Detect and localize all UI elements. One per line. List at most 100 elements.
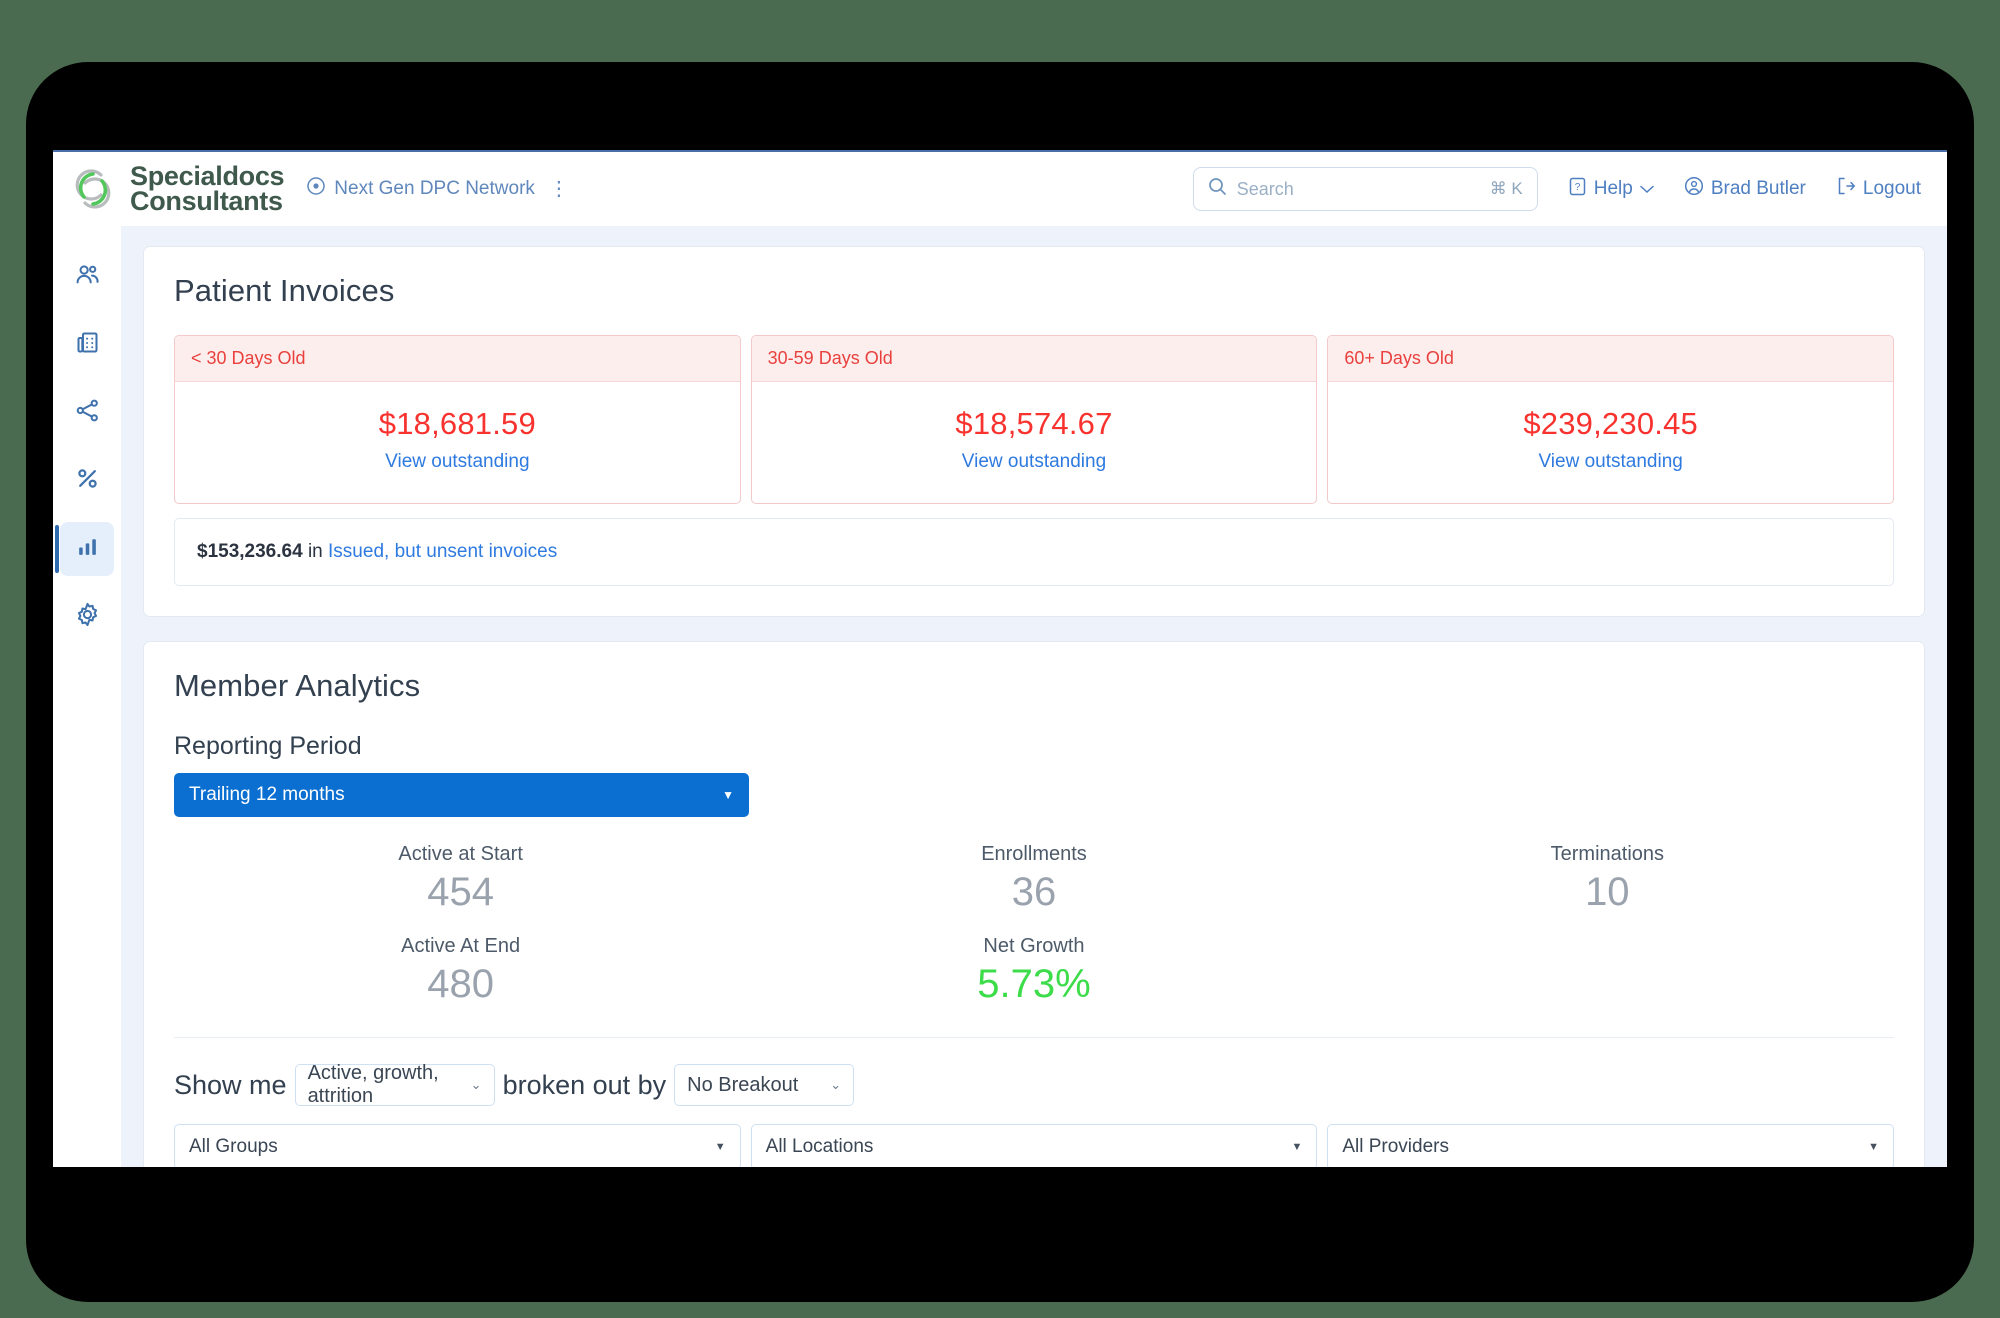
- app-header: Specialdocs Consultants Next Gen DPC Net…: [53, 150, 1947, 226]
- analytics-stats: Active at Start 454 Enrollments 36 Termi…: [174, 843, 1894, 1007]
- invoice-amount: $239,230.45: [1523, 406, 1698, 441]
- sidebar-item-members[interactable]: [60, 250, 114, 304]
- showme-joiner-label: broken out by: [502, 1069, 667, 1100]
- share-network-icon: [74, 397, 101, 429]
- view-outstanding-link[interactable]: View outstanding: [1338, 451, 1883, 473]
- sidebar-item-rates[interactable]: [60, 454, 114, 508]
- invoice-bucket-label: < 30 Days Old: [175, 336, 740, 382]
- stat-label: Net Growth: [983, 935, 1085, 957]
- search-box[interactable]: ⌘ K: [1192, 167, 1538, 211]
- invoice-bucket-label: 60+ Days Old: [1328, 336, 1893, 382]
- issued-unsent-banner: $153,236.64 in Issued, but unsent invoic…: [174, 518, 1894, 586]
- sidebar-nav: [53, 226, 121, 1167]
- help-label: Help: [1593, 178, 1633, 199]
- bar-chart-icon: [75, 534, 100, 564]
- chevron-down-icon: ▼: [1291, 1141, 1303, 1153]
- invoice-amount: $18,681.59: [378, 406, 536, 441]
- providers-filter-value: All Providers: [1342, 1136, 1449, 1157]
- issued-amount: $153,236.64: [197, 541, 303, 562]
- page-title: Patient Invoices: [174, 273, 395, 308]
- stat-net-growth: Net Growth 5.73%: [747, 935, 1320, 1007]
- header-actions: ⌘ K ? Help: [1192, 167, 1947, 211]
- search-icon: [1208, 177, 1227, 201]
- showme-prefix-label: Show me: [174, 1069, 287, 1100]
- breakout-select[interactable]: No Breakout ⌄: [674, 1064, 855, 1106]
- issued-unsent-link[interactable]: Issued, but unsent invoices: [328, 541, 557, 562]
- sidebar-item-network[interactable]: [60, 386, 114, 440]
- invoice-tile-body: $18,574.67 View outstanding: [752, 382, 1317, 503]
- chevron-down-icon: ▼: [1868, 1141, 1879, 1153]
- invoice-tile: 60+ Days Old $239,230.45 View outstandin…: [1327, 335, 1894, 504]
- svg-text:?: ?: [1574, 182, 1580, 193]
- stat-enrollments: Enrollments 36: [747, 843, 1320, 915]
- stat-value: 454: [427, 870, 495, 914]
- logout-button[interactable]: Logout: [1836, 176, 1921, 202]
- providers-filter[interactable]: All Providers ▼: [1327, 1124, 1894, 1167]
- stat-value: 5.73%: [977, 962, 1091, 1006]
- invoice-tile-body: $18,681.59 View outstanding: [175, 382, 740, 503]
- brand-logo[interactable]: Specialdocs Consultants: [67, 162, 285, 216]
- org-name: Next Gen DPC Network: [334, 178, 535, 199]
- chevron-down-icon: ⌄: [830, 1077, 842, 1092]
- user-menu[interactable]: Brad Butler: [1684, 176, 1806, 202]
- gear-icon: [74, 601, 101, 633]
- main-content: Patient Invoices < 30 Days Old $18,681.5…: [121, 226, 1947, 1167]
- chevron-down-icon: ⌄: [470, 1077, 482, 1092]
- members-icon: [74, 261, 101, 293]
- invoice-tile: < 30 Days Old $18,681.59 View outstandin…: [174, 335, 741, 504]
- invoice-bucket-label: 30-59 Days Old: [751, 336, 1317, 382]
- stat-label: Enrollments: [981, 843, 1087, 865]
- invoice-tiles: < 30 Days Old $18,681.59 View outstandin…: [174, 335, 1894, 504]
- chevron-down-icon: [1640, 178, 1654, 200]
- building-icon: [74, 329, 101, 361]
- metric-select-value: Active, growth, attrition: [307, 1062, 439, 1107]
- stat-active-at-end: Active At End 480: [174, 935, 747, 1007]
- view-outstanding-link[interactable]: View outstanding: [762, 451, 1307, 473]
- stat-active-at-start: Active at Start 454: [174, 843, 747, 915]
- groups-filter-value: All Groups: [189, 1136, 278, 1157]
- issued-joiner: in: [307, 541, 323, 562]
- sidebar-item-analytics[interactable]: [55, 522, 114, 576]
- showme-controls: Show me Active, growth, attrition ⌄ brok…: [174, 1062, 1894, 1107]
- specialdocs-logo-icon: [67, 163, 119, 215]
- browser-viewport: Specialdocs Consultants Next Gen DPC Net…: [53, 150, 1947, 1167]
- brand-line-2: Consultants: [130, 186, 283, 216]
- sidebar-item-companies[interactable]: [60, 318, 114, 372]
- brand-name: Specialdocs Consultants: [130, 162, 285, 216]
- app-body: Patient Invoices < 30 Days Old $18,681.5…: [53, 226, 1947, 1167]
- member-analytics-card: Member Analytics Reporting Period Traili…: [143, 641, 1925, 1167]
- org-switcher[interactable]: Next Gen DPC Network ⋮: [306, 176, 569, 202]
- breakout-select-value: No Breakout: [687, 1073, 799, 1096]
- stat-label: Terminations: [1550, 843, 1665, 865]
- analytics-filters: All Groups ▼ All Locations ▼ All Provide…: [174, 1124, 1894, 1167]
- stat-value: 480: [427, 962, 495, 1006]
- percent-icon: [74, 465, 101, 497]
- chevron-down-icon: ▼: [714, 1141, 726, 1153]
- stat-value: 36: [1011, 870, 1057, 914]
- reporting-period-value: Trailing 12 months: [189, 784, 345, 805]
- invoice-tile-body: $239,230.45 View outstanding: [1328, 382, 1893, 503]
- member-analytics-title: Member Analytics: [174, 668, 421, 703]
- reporting-period-label: Reporting Period: [174, 732, 362, 760]
- view-outstanding-link[interactable]: View outstanding: [185, 451, 730, 473]
- groups-filter[interactable]: All Groups ▼: [174, 1124, 741, 1167]
- metric-select[interactable]: Active, growth, attrition ⌄: [294, 1062, 495, 1107]
- help-menu[interactable]: ? Help: [1568, 177, 1654, 202]
- reporting-period-select[interactable]: Trailing 12 months ▼: [174, 773, 749, 817]
- org-more-icon[interactable]: ⋮: [549, 179, 569, 199]
- stat-label: Active At End: [401, 935, 521, 957]
- invoice-tile: 30-59 Days Old $18,574.67 View outstandi…: [750, 335, 1318, 504]
- sidebar-item-settings[interactable]: [60, 590, 114, 644]
- patient-invoices-card: Patient Invoices < 30 Days Old $18,681.5…: [143, 246, 1925, 617]
- logout-icon: [1836, 176, 1856, 202]
- locations-filter-value: All Locations: [765, 1136, 874, 1157]
- locations-filter[interactable]: All Locations ▼: [750, 1124, 1318, 1167]
- avatar-icon: [1684, 176, 1704, 202]
- search-input[interactable]: [1236, 178, 1480, 200]
- stat-label: Active at Start: [398, 843, 523, 865]
- logout-label: Logout: [1862, 178, 1921, 199]
- search-shortcut-hint: ⌘ K: [1489, 179, 1523, 198]
- location-pin-icon: [306, 176, 326, 202]
- section-divider: [174, 1037, 1894, 1038]
- chevron-down-icon: ▼: [722, 788, 734, 802]
